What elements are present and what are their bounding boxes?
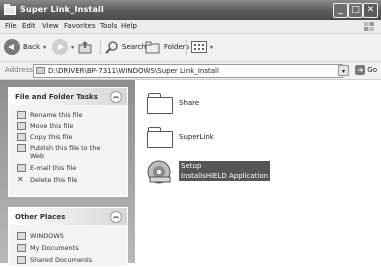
file-item-superlink[interactable]: SuperLink	[147, 127, 214, 148]
toolbar: Back ▾ ▾ Search Folders ▾	[0, 34, 381, 62]
views-icon	[191, 41, 207, 53]
move-icon	[17, 122, 26, 130]
task-label: Delete this file	[30, 176, 78, 184]
search-icon	[105, 41, 118, 54]
file-folder-tasks-panel: File and Folder Tasks ︽ Rename this file…	[8, 87, 128, 197]
task-rename[interactable]: Rename this file	[17, 111, 114, 119]
panel-header[interactable]: Other Places ︽	[9, 208, 127, 225]
file-description: InstallsHIELD Application	[179, 171, 271, 181]
address-input[interactable]: D:\DRIVER\BP-7311\WINDOWS\Super Link_Ins…	[33, 64, 343, 78]
menu-tools[interactable]: Tools	[100, 22, 117, 30]
documents-folder-icon	[17, 244, 26, 252]
forward-button[interactable]: ▾	[52, 38, 74, 56]
other-places-panel: Other Places ︽ WINDOWS My Documents Shar…	[8, 207, 128, 267]
views-button[interactable]: ▾	[191, 38, 213, 56]
menu-edit[interactable]: Edit	[22, 22, 36, 30]
maximize-button[interactable]: □	[348, 3, 363, 18]
collapse-chevron-icon[interactable]: ︽	[110, 211, 122, 223]
file-name: SuperLink	[179, 133, 214, 141]
task-delete[interactable]: ✕ Delete this file	[17, 175, 114, 185]
task-label: Rename this file	[30, 111, 83, 119]
address-dropdown-button[interactable]: ▾	[338, 65, 349, 76]
up-folder-icon	[78, 41, 92, 54]
go-label: Go	[367, 66, 377, 74]
menu-file[interactable]: File	[5, 22, 17, 30]
delete-x-icon: ✕	[17, 175, 24, 184]
place-label: WINDOWS	[30, 232, 64, 240]
folder-icon	[147, 127, 173, 148]
task-label: Move this file	[30, 122, 74, 130]
file-list-area: Share SuperLink Setup InstallsHIELD Appl…	[135, 80, 381, 263]
chevron-down-icon: ▾	[210, 43, 214, 51]
forward-arrow-icon	[52, 39, 68, 55]
chevron-down-icon: ▾	[43, 43, 47, 51]
installer-disc-icon	[147, 160, 171, 184]
folders-icon	[145, 41, 160, 54]
go-arrow-icon: ➜	[355, 65, 366, 75]
task-label: E-mail this file	[30, 164, 77, 172]
file-item-setup[interactable]: Setup InstallsHIELD Application	[147, 158, 271, 184]
task-copy[interactable]: Copy this file	[17, 133, 114, 141]
address-bar: Address D:\DRIVER\BP-7311\WINDOWS\Super …	[0, 62, 381, 80]
file-item-share[interactable]: Share	[147, 93, 200, 114]
place-windows[interactable]: WINDOWS	[17, 232, 114, 240]
place-label: My Documents	[30, 244, 79, 252]
task-email[interactable]: E-mail this file	[17, 164, 114, 172]
task-publish[interactable]: Publish this file to the Web	[17, 144, 114, 160]
address-path: D:\DRIVER\BP-7311\WINDOWS\Super Link_Ins…	[48, 67, 219, 75]
task-move[interactable]: Move this file	[17, 122, 114, 130]
task-label: Copy this file	[30, 133, 73, 141]
go-button[interactable]: ➜ Go	[355, 65, 377, 75]
file-name: Setup	[179, 161, 271, 171]
back-button[interactable]: Back ▾	[4, 38, 46, 56]
rename-icon	[17, 111, 26, 119]
drive-icon	[36, 67, 45, 74]
task-pane: File and Folder Tasks ︽ Rename this file…	[0, 80, 135, 267]
title-bar[interactable]: Super Link_Install _ □ ✕	[0, 0, 381, 20]
close-button[interactable]: ✕	[363, 3, 378, 18]
address-label: Address	[5, 66, 33, 74]
up-folder-button[interactable]	[78, 38, 92, 56]
panel-title: Other Places	[15, 213, 66, 221]
windows-logo-icon	[364, 22, 374, 31]
place-my-documents[interactable]: My Documents	[17, 244, 114, 252]
back-arrow-icon	[4, 39, 20, 55]
task-label: Publish this file to the Web	[30, 144, 101, 160]
collapse-chevron-icon[interactable]: ︽	[110, 91, 122, 103]
file-name: Share	[179, 99, 200, 107]
window-title: Super Link_Install	[20, 5, 104, 14]
email-icon	[17, 164, 26, 172]
folders-button[interactable]: Folders	[145, 38, 189, 56]
back-label: Back	[23, 43, 40, 51]
file-label-selected: Setup InstallsHIELD Application	[179, 161, 271, 181]
chevron-down-icon: ▾	[71, 43, 75, 51]
copy-icon	[17, 133, 26, 141]
toolbar-divider	[186, 40, 187, 55]
menu-bar: File Edit View Favorites Tools Help	[0, 20, 381, 34]
publish-web-icon	[17, 144, 26, 152]
explorer-window: Super Link_Install _ □ ✕ File Edit View …	[0, 0, 381, 267]
menu-favorites[interactable]: Favorites	[64, 22, 96, 30]
panel-header[interactable]: File and Folder Tasks ︽	[9, 88, 127, 105]
folder-icon	[147, 93, 173, 114]
search-button[interactable]: Search	[105, 38, 146, 56]
panel-title: File and Folder Tasks	[15, 93, 98, 101]
minimize-button[interactable]: _	[333, 3, 348, 18]
folder-icon	[4, 4, 16, 15]
search-label: Search	[122, 43, 147, 51]
folder-icon	[17, 232, 26, 240]
menu-help[interactable]: Help	[121, 22, 137, 30]
menu-view[interactable]: View	[42, 22, 59, 30]
toolbar-divider	[100, 40, 101, 55]
